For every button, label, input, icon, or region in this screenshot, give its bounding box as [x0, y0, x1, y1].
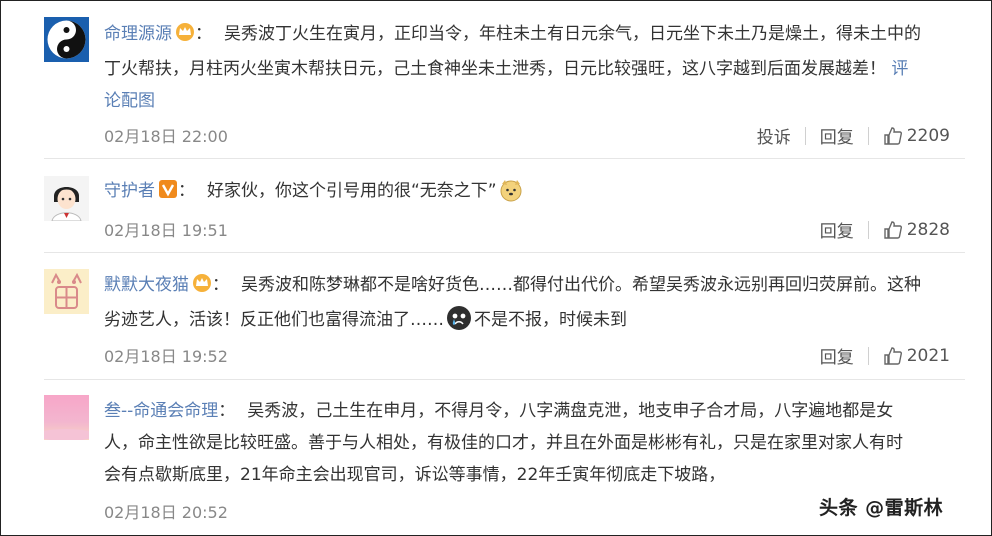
crown-badge-icon	[175, 21, 195, 53]
comment-text: 叁--命通会命理： 吴秀波，己土生在申月，不得月令，八字满盘克泄，地支申子合才局，…	[104, 401, 903, 485]
comment-actions: 回复 2828	[820, 217, 950, 243]
comment-actions: 回复 2021	[820, 343, 950, 369]
comment-line: 劣迹艺人，活该！反正他们也富得流油了……	[104, 310, 444, 330]
username-link[interactable]: 默默大夜猫	[104, 275, 189, 295]
username-link[interactable]: 守护者	[104, 181, 155, 201]
comment-actions: 投诉 回复 2209	[757, 123, 950, 149]
crown-badge-icon	[192, 272, 212, 304]
comment-line: 不是不报，时候未到	[474, 310, 627, 330]
comment-line: 吴秀波丁火生在寅月，正印当令，年柱未土有日元余气，日元坐下未土乃是燥土，得未土中…	[224, 24, 921, 44]
comment-text: 默默大夜猫：吴秀波和陈梦琳都不是啥好货色……都得付出代价。希望吴秀波永远别再回归…	[104, 269, 966, 342]
thumbs-up-icon	[884, 346, 902, 365]
username-link[interactable]: 命理源源	[104, 24, 172, 44]
comment-line: 会有点歇斯底里，21年命主会出现官司，诉讼等事情，22年壬寅年彻底走下坡路，	[104, 465, 726, 485]
like-count: 2021	[906, 345, 950, 366]
comment-line: 人，命主性欲是比较旺盛。善于与人相处，有极佳的口才，并且在外面是彬彬有礼，只是在…	[104, 433, 903, 453]
reply-button[interactable]: 回复	[820, 217, 854, 242]
cartoon-avatar-icon	[44, 176, 89, 221]
comment-text: 命理源源：吴秀波丁火生在寅月，正印当令，年柱未土有日元余气，日元坐下未土乃是燥土…	[104, 18, 966, 117]
username-link[interactable]: 叁--命通会命理	[104, 401, 218, 421]
avatar[interactable]	[44, 269, 89, 314]
timestamp: 02月18日 19:52	[104, 347, 228, 366]
doge-emoji-icon	[499, 178, 523, 213]
comment-line: 好家伙，你这个引号用的很“无奈之下”	[207, 181, 497, 201]
yin-yang-icon	[44, 17, 89, 62]
comment-panel: 命理源源：吴秀波丁火生在寅月，正印当令，年柱未土有日元余气，日元坐下未土乃是燥土…	[0, 0, 992, 536]
crying-face-icon	[446, 305, 472, 342]
cat-avatar-icon	[44, 269, 89, 314]
timestamp: 02月18日 22:00	[104, 127, 228, 146]
divider	[804, 126, 806, 145]
thumbs-up-icon	[884, 126, 902, 145]
divider	[44, 379, 965, 380]
like-button[interactable]: 2209	[883, 126, 950, 146]
divider	[867, 220, 869, 239]
like-count: 2209	[906, 125, 950, 146]
timestamp: 02月18日 20:52	[104, 503, 228, 522]
comment-line: 吴秀波和陈梦琳都不是啥好货色……都得付出代价。希望吴秀波永远别再回归荧屏前。这种	[241, 275, 921, 295]
comment-line: 吴秀波，己土生在申月，不得月令，八字满盘克泄，地支申子合才局，八字遍地都是女	[247, 401, 894, 421]
divider	[867, 126, 869, 145]
divider	[44, 158, 965, 159]
reply-button[interactable]: 回复	[820, 343, 854, 368]
sunset-avatar-icon	[44, 395, 89, 440]
divider	[44, 252, 965, 253]
like-count: 2828	[906, 219, 950, 240]
watermark: 头条 @雷斯林	[819, 497, 944, 519]
report-button[interactable]: 投诉	[757, 123, 791, 148]
view-image-link[interactable]: 评	[891, 59, 908, 79]
reply-button[interactable]: 回复	[820, 123, 854, 148]
view-image-link[interactable]: 论配图	[104, 91, 155, 111]
avatar[interactable]	[44, 395, 89, 440]
timestamp: 02月18日 19:51	[104, 221, 228, 240]
like-button[interactable]: 2828	[883, 220, 950, 240]
comment-line: 丁火帮扶，月柱丙火坐寅木帮扶日元，己土食神坐未土泄秀，日元比较强旺，这八字越到后…	[104, 59, 886, 79]
like-button[interactable]: 2021	[883, 346, 950, 366]
avatar[interactable]	[44, 176, 89, 221]
thumbs-up-icon	[884, 220, 902, 239]
comment-text: 守护者：好家伙，你这个引号用的很“无奈之下”	[104, 175, 966, 213]
divider	[867, 346, 869, 365]
avatar[interactable]	[44, 17, 89, 62]
v-badge-icon	[158, 178, 178, 210]
